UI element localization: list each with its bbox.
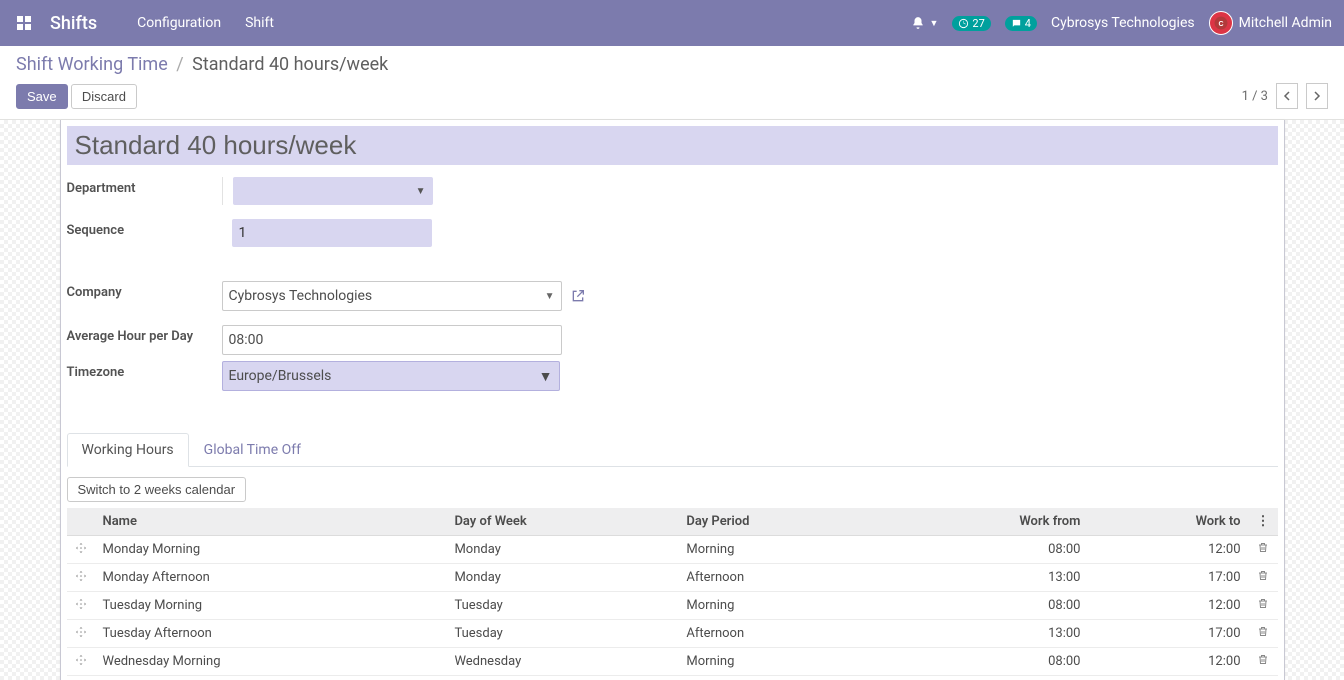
company-name[interactable]: Cybrosys Technologies (1051, 15, 1195, 31)
cell-day[interactable]: Monday (446, 564, 678, 592)
col-day[interactable]: Day of Week (446, 508, 678, 536)
col-from[interactable]: Work from (886, 508, 1089, 536)
cell-day[interactable]: Tuesday (446, 620, 678, 648)
col-actions[interactable]: ⋮ (1249, 508, 1278, 536)
breadcrumb-sep: / (176, 54, 183, 75)
cell-name[interactable]: Monday Morning (95, 536, 447, 564)
timezone-value: Europe/Brussels (229, 368, 332, 384)
label-timezone: Timezone (67, 361, 222, 380)
pager: 1 / 3 (1242, 83, 1328, 109)
cell-name[interactable]: Monday Afternoon (95, 564, 447, 592)
cell-to[interactable]: 17:00 (1088, 564, 1248, 592)
bell-icon[interactable]: ▼ (911, 16, 938, 30)
delete-row-icon[interactable] (1249, 564, 1278, 592)
cell-to[interactable]: 12:00 (1088, 536, 1248, 564)
tab-working-hours[interactable]: Working Hours (67, 433, 189, 467)
department-select[interactable]: ▼ (233, 177, 433, 205)
drag-handle-icon[interactable] (67, 648, 95, 676)
menu-configuration[interactable]: Configuration (137, 15, 221, 31)
delete-row-icon[interactable] (1249, 620, 1278, 648)
cell-to[interactable]: 12:00 (1088, 648, 1248, 676)
cell-period[interactable]: Morning (678, 536, 886, 564)
label-department: Department (67, 177, 222, 196)
delete-row-icon[interactable] (1249, 536, 1278, 564)
breadcrumb: Shift Working Time / Standard 40 hours/w… (16, 54, 1328, 75)
top-navbar: Shifts Configuration Shift ▼ 27 4 Cybros… (0, 0, 1344, 46)
cell-name[interactable]: Wednesday Morning (95, 648, 447, 676)
table-row[interactable]: Monday AfternoonMondayAfternoon13:0017:0… (67, 564, 1278, 592)
activity-count: 27 (972, 17, 984, 30)
drag-handle-icon[interactable] (67, 592, 95, 620)
working-hours-table: Name Day of Week Day Period Work from Wo… (67, 508, 1278, 676)
apps-icon[interactable] (8, 7, 40, 39)
cell-from[interactable]: 13:00 (886, 564, 1089, 592)
sequence-input[interactable]: 1 (232, 219, 432, 247)
cell-period[interactable]: Morning (678, 648, 886, 676)
timezone-select[interactable]: Europe/Brussels ▼ (222, 361, 560, 391)
table-row[interactable]: Wednesday MorningWednesdayMorning08:0012… (67, 648, 1278, 676)
cell-name[interactable]: Tuesday Morning (95, 592, 447, 620)
message-count: 4 (1025, 17, 1031, 30)
form-sheet: Department ▼ Sequence 1 (60, 120, 1285, 680)
avatar: C (1209, 11, 1233, 35)
user-menu[interactable]: C Mitchell Admin (1209, 11, 1332, 35)
avg-hour-value: 08:00 (229, 332, 264, 348)
label-sequence: Sequence (67, 219, 222, 238)
tab-global-time-off[interactable]: Global Time Off (189, 433, 316, 467)
notebook-tabs: Working Hours Global Time Off (67, 433, 1278, 467)
cell-from[interactable]: 08:00 (886, 648, 1089, 676)
breadcrumb-parent[interactable]: Shift Working Time (16, 54, 168, 75)
company-value: Cybrosys Technologies (229, 288, 373, 304)
user-name: Mitchell Admin (1239, 15, 1332, 31)
kebab-icon[interactable]: ⋮ (1257, 514, 1270, 529)
table-row[interactable]: Monday MorningMondayMorning08:0012:00 (67, 536, 1278, 564)
col-name[interactable]: Name (95, 508, 447, 536)
record-title-input[interactable] (67, 126, 1278, 165)
pager-value[interactable]: 1 / 3 (1242, 89, 1268, 104)
cell-from[interactable]: 08:00 (886, 536, 1089, 564)
cell-from[interactable]: 08:00 (886, 592, 1089, 620)
table-row[interactable]: Tuesday AfternoonTuesdayAfternoon13:0017… (67, 620, 1278, 648)
save-button[interactable]: Save (16, 84, 68, 109)
discard-button[interactable]: Discard (71, 84, 137, 109)
external-link-icon[interactable] (570, 288, 586, 304)
table-row[interactable]: Tuesday MorningTuesdayMorning08:0012:00 (67, 592, 1278, 620)
chevron-down-icon: ▼ (416, 186, 426, 197)
cell-to[interactable]: 12:00 (1088, 592, 1248, 620)
activity-badge[interactable]: 27 (952, 16, 990, 31)
form-background: Department ▼ Sequence 1 (0, 120, 1344, 680)
cell-from[interactable]: 13:00 (886, 620, 1089, 648)
col-to[interactable]: Work to (1088, 508, 1248, 536)
cell-day[interactable]: Tuesday (446, 592, 678, 620)
delete-row-icon[interactable] (1249, 648, 1278, 676)
chevron-down-icon: ▼ (539, 368, 553, 385)
col-period[interactable]: Day Period (678, 508, 886, 536)
chevron-down-icon: ▼ (545, 291, 555, 302)
cell-period[interactable]: Morning (678, 592, 886, 620)
cell-day[interactable]: Wednesday (446, 648, 678, 676)
control-panel: Shift Working Time / Standard 40 hours/w… (0, 46, 1344, 120)
switch-calendar-button[interactable]: Switch to 2 weeks calendar (67, 477, 247, 502)
cell-period[interactable]: Afternoon (678, 620, 886, 648)
company-select[interactable]: Cybrosys Technologies ▼ (222, 281, 562, 311)
pager-prev[interactable] (1276, 83, 1298, 109)
label-avg-hour: Average Hour per Day (67, 325, 222, 345)
messaging-badge[interactable]: 4 (1005, 16, 1037, 31)
pager-next[interactable] (1306, 83, 1328, 109)
cell-period[interactable]: Afternoon (678, 564, 886, 592)
drag-handle-icon[interactable] (67, 620, 95, 648)
app-name[interactable]: Shifts (50, 13, 97, 34)
drag-handle-icon[interactable] (67, 536, 95, 564)
avg-hour-input[interactable]: 08:00 (222, 325, 562, 355)
breadcrumb-current: Standard 40 hours/week (192, 54, 388, 75)
svg-text:C: C (1218, 21, 1223, 28)
menu-shift[interactable]: Shift (245, 15, 274, 31)
cell-to[interactable]: 17:00 (1088, 620, 1248, 648)
drag-handle-icon[interactable] (67, 564, 95, 592)
label-company: Company (67, 281, 222, 300)
cell-name[interactable]: Tuesday Afternoon (95, 620, 447, 648)
cell-day[interactable]: Monday (446, 536, 678, 564)
delete-row-icon[interactable] (1249, 592, 1278, 620)
sequence-value: 1 (239, 225, 247, 241)
